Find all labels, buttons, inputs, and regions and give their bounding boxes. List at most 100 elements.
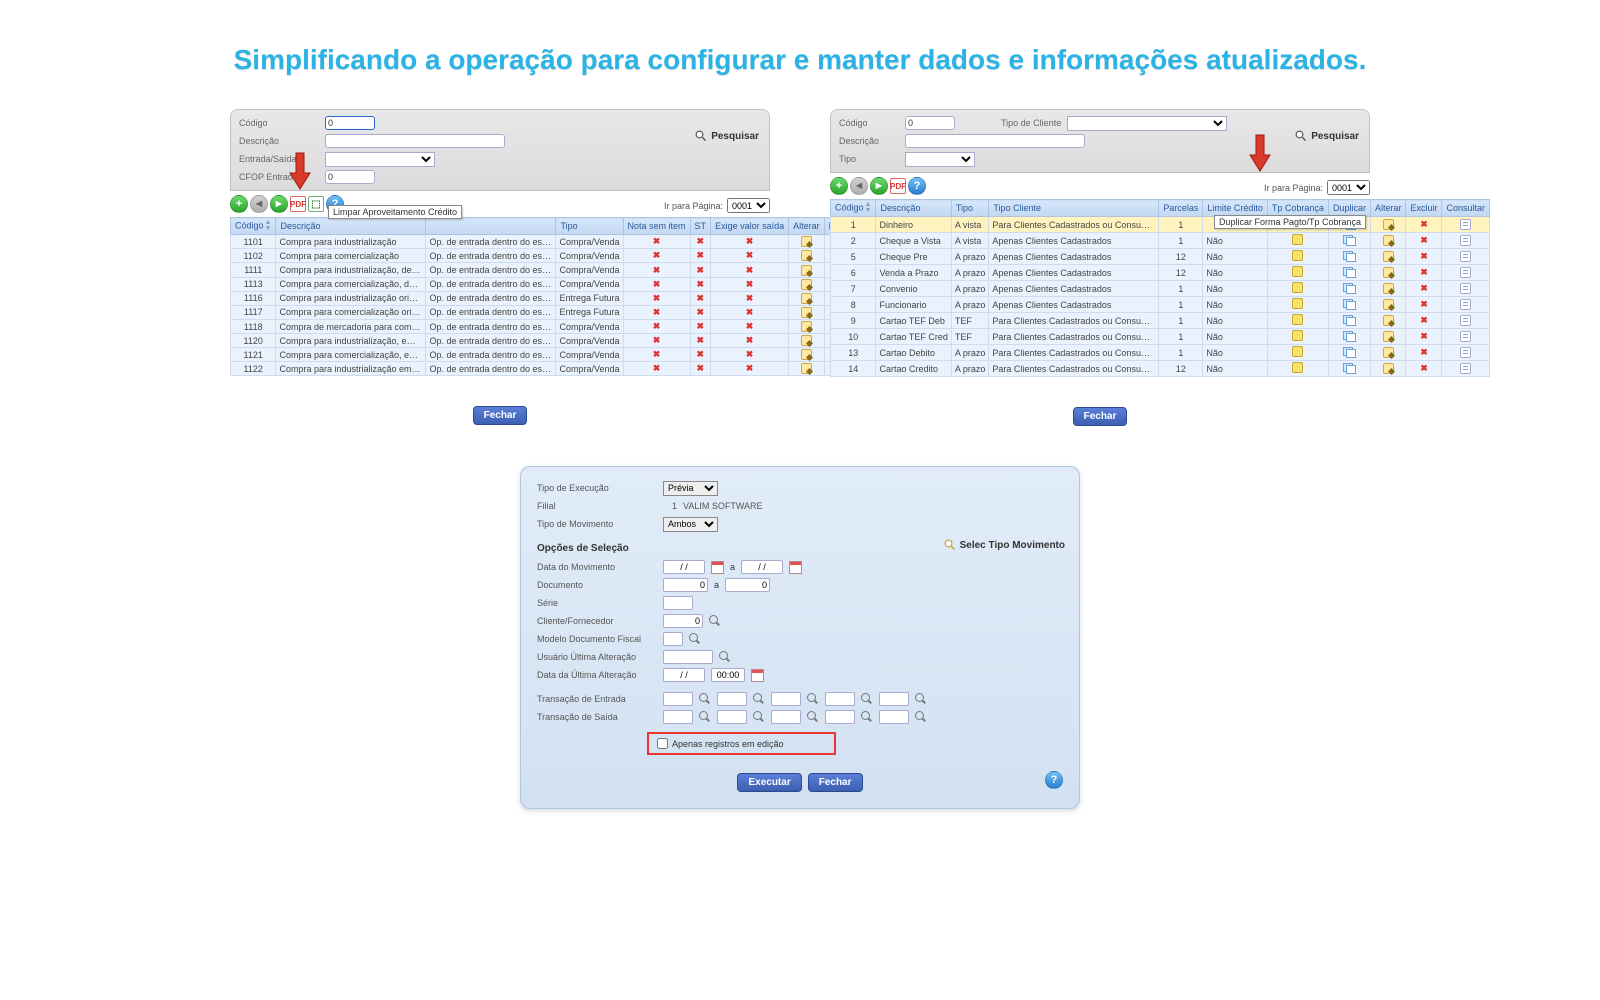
column-header[interactable]: Descrição <box>876 200 951 217</box>
column-header[interactable]: Código▲▼ <box>231 218 276 235</box>
view-icon[interactable] <box>1460 267 1471 278</box>
edit-icon[interactable] <box>1383 235 1394 246</box>
serie-input[interactable] <box>663 596 693 610</box>
view-icon[interactable] <box>1460 363 1471 374</box>
view-icon[interactable] <box>1460 315 1471 326</box>
cobranca-icon[interactable] <box>1292 362 1303 373</box>
edit-icon[interactable] <box>1383 299 1394 310</box>
calendar-icon[interactable] <box>751 669 764 682</box>
trans-sai-1[interactable] <box>663 710 693 724</box>
duplicate-icon[interactable] <box>1343 315 1355 325</box>
lookup-icon[interactable] <box>861 711 873 723</box>
duplicate-icon[interactable] <box>1343 267 1355 277</box>
view-icon[interactable] <box>1460 283 1471 294</box>
edit-icon[interactable] <box>1383 363 1394 374</box>
help-button[interactable]: ? <box>1045 771 1063 789</box>
table-row[interactable]: 7ConvenioA prazoApenas Clientes Cadastra… <box>831 281 1490 297</box>
delete-icon[interactable]: ✖ <box>1418 315 1429 326</box>
cobranca-icon[interactable] <box>1292 314 1303 325</box>
trans-ent-3[interactable] <box>771 692 801 706</box>
duplicate-icon[interactable] <box>1343 347 1355 357</box>
table-row[interactable]: 1120Compra para industrialização, em ve.… <box>231 334 908 348</box>
pdf-icon[interactable]: PDF <box>290 196 306 212</box>
edit-icon[interactable] <box>1383 315 1394 326</box>
cobranca-icon[interactable] <box>1292 346 1303 357</box>
prev-button[interactable]: ◄ <box>250 195 268 213</box>
fechar-button[interactable]: Fechar <box>473 406 528 425</box>
fechar-button[interactable]: Fechar <box>1073 407 1128 426</box>
table-row[interactable]: 6Venda a PrazoA prazoApenas Clientes Cad… <box>831 265 1490 281</box>
edit-icon[interactable] <box>1383 331 1394 342</box>
edit-icon[interactable] <box>801 335 812 346</box>
pager-select[interactable]: 0001 <box>727 198 770 213</box>
apenas-registros-checkbox[interactable] <box>657 738 668 749</box>
prev-button[interactable]: ◄ <box>850 177 868 195</box>
lookup-icon[interactable] <box>915 693 927 705</box>
add-button[interactable]: + <box>830 177 848 195</box>
table-row[interactable]: 5Cheque PreA prazoApenas Clientes Cadast… <box>831 249 1490 265</box>
table-row[interactable]: 1122Compra para industrialização em que.… <box>231 362 908 376</box>
column-header[interactable]: Limite Crédito <box>1203 200 1268 217</box>
executar-button[interactable]: Executar <box>737 773 801 792</box>
trans-sai-4[interactable] <box>825 710 855 724</box>
duplicate-icon[interactable] <box>1343 251 1355 261</box>
delete-icon[interactable]: ✖ <box>1418 267 1429 278</box>
column-header[interactable]: Descrição <box>276 218 426 235</box>
edit-icon[interactable] <box>801 279 812 290</box>
table-row[interactable]: 1116Compra para industrialização origin.… <box>231 291 908 305</box>
delete-icon[interactable]: ✖ <box>1418 363 1429 374</box>
pesquisar-button[interactable]: Pesquisar <box>1295 130 1359 142</box>
delete-icon[interactable]: ✖ <box>1418 219 1429 230</box>
table-row[interactable]: 1121Compra para comercialização, em ven.… <box>231 348 908 362</box>
cobranca-icon[interactable] <box>1292 298 1303 309</box>
cobranca-icon[interactable] <box>1292 282 1303 293</box>
table-row[interactable]: 1101Compra para industrializaçãoOp. de e… <box>231 235 908 249</box>
edit-icon[interactable] <box>801 250 812 261</box>
column-header[interactable]: Parcelas <box>1159 200 1203 217</box>
column-header[interactable] <box>426 218 556 235</box>
descricao-input[interactable] <box>905 134 1085 148</box>
delete-icon[interactable]: ✖ <box>1418 283 1429 294</box>
table-row[interactable]: 1113Compra para comercialização, de mer.… <box>231 277 908 291</box>
lookup-icon[interactable] <box>719 651 731 663</box>
column-header[interactable]: Tipo <box>556 218 623 235</box>
usuario-input[interactable] <box>663 650 713 664</box>
table-row[interactable]: 8FuncionarioA prazoApenas Clientes Cadas… <box>831 297 1490 313</box>
view-icon[interactable] <box>1460 299 1471 310</box>
duplicate-icon[interactable] <box>1343 363 1355 373</box>
tipo-exec-select[interactable]: Prévia <box>663 481 718 496</box>
table-row[interactable]: 13Cartao DebitoA prazoPara Clientes Cada… <box>831 345 1490 361</box>
lookup-icon[interactable] <box>915 711 927 723</box>
lookup-icon[interactable] <box>753 711 765 723</box>
cobranca-icon[interactable] <box>1292 234 1303 245</box>
view-icon[interactable] <box>1460 331 1471 342</box>
table-row[interactable]: 1117Compra para comercialização origina.… <box>231 305 908 319</box>
column-header[interactable]: Consultar <box>1442 200 1490 217</box>
cobranca-icon[interactable] <box>1292 266 1303 277</box>
lookup-icon[interactable] <box>699 711 711 723</box>
column-header[interactable]: Exige valor saída <box>711 218 789 235</box>
edit-icon[interactable] <box>801 363 812 374</box>
lookup-icon[interactable] <box>689 633 701 645</box>
cfop-input[interactable] <box>325 170 375 184</box>
fechar-button[interactable]: Fechar <box>808 773 863 792</box>
entrada-saida-select[interactable] <box>325 152 435 167</box>
selec-tipo-movimento-link[interactable]: Selec Tipo Movimento <box>944 539 1065 551</box>
lookup-icon[interactable] <box>861 693 873 705</box>
edit-icon[interactable] <box>801 349 812 360</box>
tipo-select[interactable] <box>905 152 975 167</box>
view-icon[interactable] <box>1460 219 1471 230</box>
edit-icon[interactable] <box>1383 347 1394 358</box>
edit-icon[interactable] <box>801 265 812 276</box>
table-row[interactable]: 2Cheque a VistaA vistaApenas Clientes Ca… <box>831 233 1490 249</box>
edit-icon[interactable] <box>801 307 812 318</box>
trans-ent-5[interactable] <box>879 692 909 706</box>
codigo-input[interactable] <box>325 116 375 130</box>
duplicate-icon[interactable] <box>1343 331 1355 341</box>
trans-sai-2[interactable] <box>717 710 747 724</box>
lookup-icon[interactable] <box>709 615 721 627</box>
delete-icon[interactable]: ✖ <box>1418 347 1429 358</box>
descricao-input[interactable] <box>325 134 505 148</box>
trans-ent-1[interactable] <box>663 692 693 706</box>
view-icon[interactable] <box>1460 235 1471 246</box>
